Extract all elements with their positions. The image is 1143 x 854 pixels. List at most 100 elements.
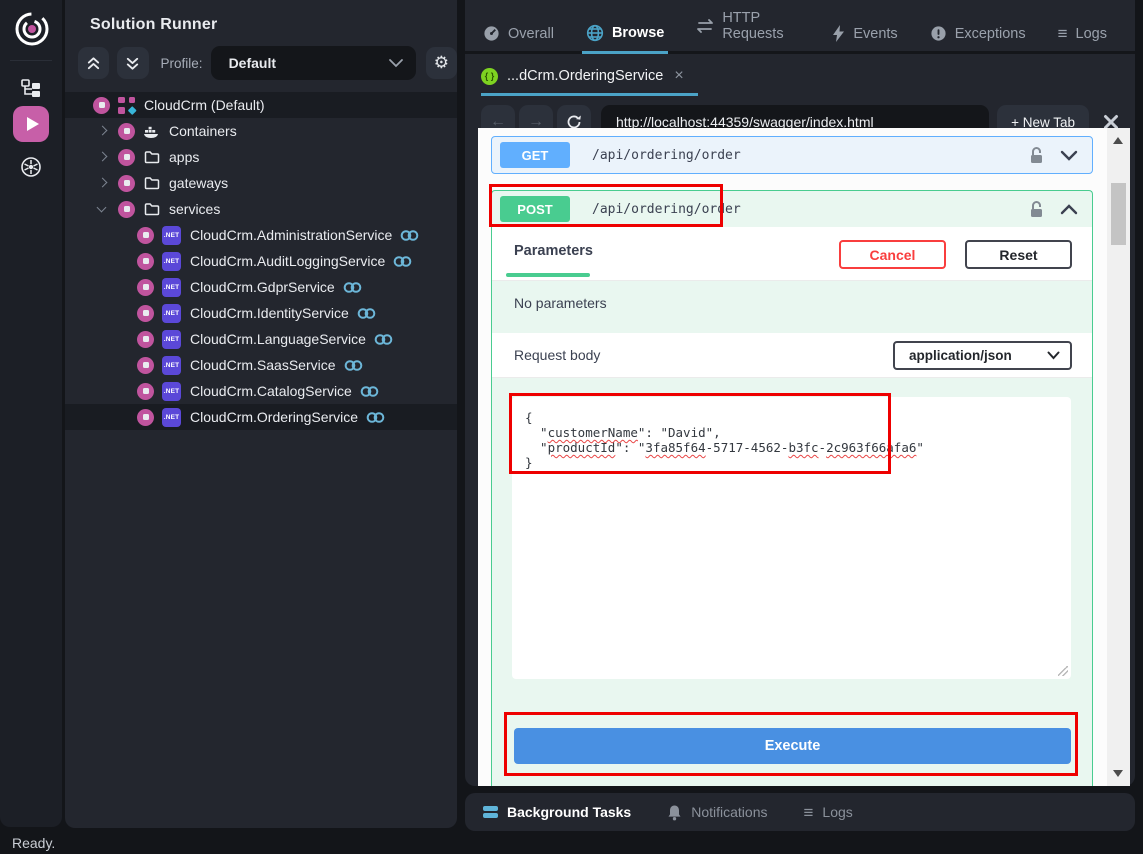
unlock-icon[interactable] bbox=[1029, 200, 1044, 219]
content-type-value: application/json bbox=[909, 348, 1047, 363]
dotnet-icon: .NET bbox=[162, 304, 181, 323]
tree-item-cloudcrm-auditloggingservice[interactable]: .NETCloudCrm.AuditLoggingService bbox=[65, 248, 457, 274]
execute-button[interactable]: Execute bbox=[514, 728, 1071, 764]
scrollbar-thumb[interactable] bbox=[1111, 183, 1126, 245]
tab-http-requests[interactable]: HTTP Requests bbox=[692, 10, 804, 54]
tab-label: HTTP Requests bbox=[722, 10, 800, 42]
unlock-icon[interactable] bbox=[1029, 146, 1044, 165]
tree-item-cloudcrm-saasservice[interactable]: .NETCloudCrm.SaasService bbox=[65, 352, 457, 378]
tree-item-cloudcrm-gdprservice[interactable]: .NETCloudCrm.GdprService bbox=[65, 274, 457, 300]
globe-icon bbox=[586, 24, 604, 42]
parameters-title: Parameters bbox=[514, 243, 593, 259]
cancel-button[interactable]: Cancel bbox=[839, 240, 946, 269]
hierarchy-view-icon[interactable] bbox=[0, 78, 62, 98]
endpoint-link-icon[interactable] bbox=[366, 411, 385, 424]
tree-item-label: CloudCrm.AuditLoggingService bbox=[190, 253, 385, 269]
app-window: Solution Runner Profile: Default ⚙ Cloud… bbox=[0, 0, 1143, 854]
request-body-editor[interactable]: { "customerName": "David", "productId": … bbox=[512, 397, 1071, 679]
json-line: { bbox=[525, 410, 533, 425]
status-icon bbox=[118, 201, 135, 218]
status-icon bbox=[137, 409, 154, 426]
scroll-up-icon[interactable] bbox=[1113, 137, 1123, 144]
background-tasks-button[interactable]: Background Tasks bbox=[483, 804, 631, 820]
app-logo-icon[interactable] bbox=[13, 10, 51, 48]
tree-item-cloudcrm-languageservice[interactable]: .NETCloudCrm.LanguageService bbox=[65, 326, 457, 352]
tree-item-apps[interactable]: apps bbox=[65, 144, 457, 170]
get-opblock[interactable]: GET /api/ordering/order bbox=[491, 136, 1093, 174]
endpoint-link-icon[interactable] bbox=[374, 333, 393, 346]
swagger-scrollbar[interactable] bbox=[1107, 128, 1130, 786]
tree-item-gateways[interactable]: gateways bbox=[65, 170, 457, 196]
profile-select[interactable]: Default bbox=[211, 46, 416, 80]
tab-label: Exceptions bbox=[955, 26, 1026, 42]
collapse-all-button[interactable] bbox=[78, 47, 109, 79]
close-icon[interactable]: × bbox=[674, 67, 683, 85]
get-method-badge[interactable]: GET bbox=[500, 142, 570, 168]
tree-item-services[interactable]: services bbox=[65, 196, 457, 222]
content-type-select[interactable]: application/json bbox=[893, 341, 1072, 370]
tree-item-cloudcrm-orderingservice[interactable]: .NETCloudCrm.OrderingService bbox=[65, 404, 457, 430]
chevron-down-icon[interactable] bbox=[1060, 150, 1078, 161]
endpoint-link-icon[interactable] bbox=[357, 307, 376, 320]
logs-button[interactable]: ≡Logs bbox=[804, 804, 853, 821]
status-icon bbox=[93, 97, 110, 114]
main-tab-bar: Overall Browse HTTP Requests Events Exceptio… bbox=[465, 0, 1135, 54]
endpoint-link-icon[interactable] bbox=[344, 359, 363, 372]
tree-item-containers[interactable]: Containers bbox=[65, 118, 457, 144]
status-icon bbox=[118, 123, 135, 140]
tab-label: Events bbox=[853, 26, 897, 42]
folder-icon bbox=[143, 201, 160, 217]
tab-browse[interactable]: Browse bbox=[582, 24, 668, 54]
settings-button[interactable]: ⚙ bbox=[426, 47, 457, 79]
resize-handle[interactable] bbox=[1058, 666, 1068, 676]
endpoint-link-icon[interactable] bbox=[400, 229, 419, 242]
tree-item-cloudcrm-identityservice[interactable]: .NETCloudCrm.IdentityService bbox=[65, 300, 457, 326]
kubernetes-icon[interactable] bbox=[0, 156, 62, 178]
status-icon bbox=[137, 253, 154, 270]
chevron-down-icon[interactable] bbox=[95, 202, 109, 216]
lines-icon: ≡ bbox=[804, 804, 814, 821]
expand-all-button[interactable] bbox=[117, 47, 148, 79]
chevron-right-icon[interactable] bbox=[95, 150, 109, 164]
notifications-button[interactable]: Notifications bbox=[667, 804, 767, 821]
reset-button[interactable]: Reset bbox=[965, 240, 1072, 269]
play-icon bbox=[27, 117, 39, 131]
tab-overall[interactable]: Overall bbox=[479, 25, 558, 54]
get-path: /api/ordering/order bbox=[592, 148, 1029, 163]
status-icon bbox=[118, 149, 135, 166]
dotnet-icon: .NET bbox=[162, 356, 181, 375]
endpoint-link-icon[interactable] bbox=[360, 385, 379, 398]
browser-tab-orderingservice[interactable]: { } ...dCrm.OrderingService × bbox=[481, 62, 698, 96]
tab-label: Logs bbox=[1076, 26, 1107, 42]
dotnet-icon: .NET bbox=[162, 408, 181, 427]
profile-row: Profile: Default ⚙ bbox=[78, 46, 457, 80]
swagger-favicon-icon: { } bbox=[481, 68, 498, 85]
tree-item-cloudcrm-default[interactable]: CloudCrm (Default) bbox=[65, 92, 457, 118]
post-method-badge[interactable]: POST bbox=[500, 196, 570, 222]
tab-exceptions[interactable]: Exceptions bbox=[926, 25, 1030, 54]
rail-divider bbox=[10, 60, 52, 61]
bottom-bar: Background Tasks Notifications ≡Logs bbox=[465, 793, 1135, 831]
endpoint-link-icon[interactable] bbox=[343, 281, 362, 294]
tree-item-label: CloudCrm.LanguageService bbox=[190, 331, 366, 347]
tab-logs[interactable]: ≡ Logs bbox=[1054, 25, 1111, 54]
post-opblock-header[interactable]: POST /api/ordering/order bbox=[492, 191, 1092, 227]
sidebar: Solution Runner Profile: Default ⚙ Cloud… bbox=[65, 0, 457, 828]
lines-icon: ≡ bbox=[1058, 25, 1068, 42]
bottom-bar-label: Background Tasks bbox=[507, 804, 631, 820]
status-icon bbox=[137, 357, 154, 374]
tree-item-cloudcrm-catalogservice[interactable]: .NETCloudCrm.CatalogService bbox=[65, 378, 457, 404]
endpoint-link-icon[interactable] bbox=[393, 255, 412, 268]
chevron-right-icon[interactable] bbox=[95, 124, 109, 138]
chevron-up-icon[interactable] bbox=[1060, 204, 1078, 215]
docker-icon bbox=[143, 123, 160, 139]
tasks-icon bbox=[483, 806, 498, 818]
tree-item-cloudcrm-administrationservice[interactable]: .NETCloudCrm.AdministrationService bbox=[65, 222, 457, 248]
scroll-down-icon[interactable] bbox=[1113, 770, 1123, 777]
dotnet-icon: .NET bbox=[162, 278, 181, 297]
tab-events[interactable]: Events bbox=[828, 25, 901, 54]
chevron-right-icon[interactable] bbox=[95, 176, 109, 190]
solution-tree: CloudCrm (Default)Containersappsgateways… bbox=[65, 92, 457, 430]
status-icon bbox=[118, 175, 135, 192]
run-button[interactable] bbox=[13, 106, 49, 142]
